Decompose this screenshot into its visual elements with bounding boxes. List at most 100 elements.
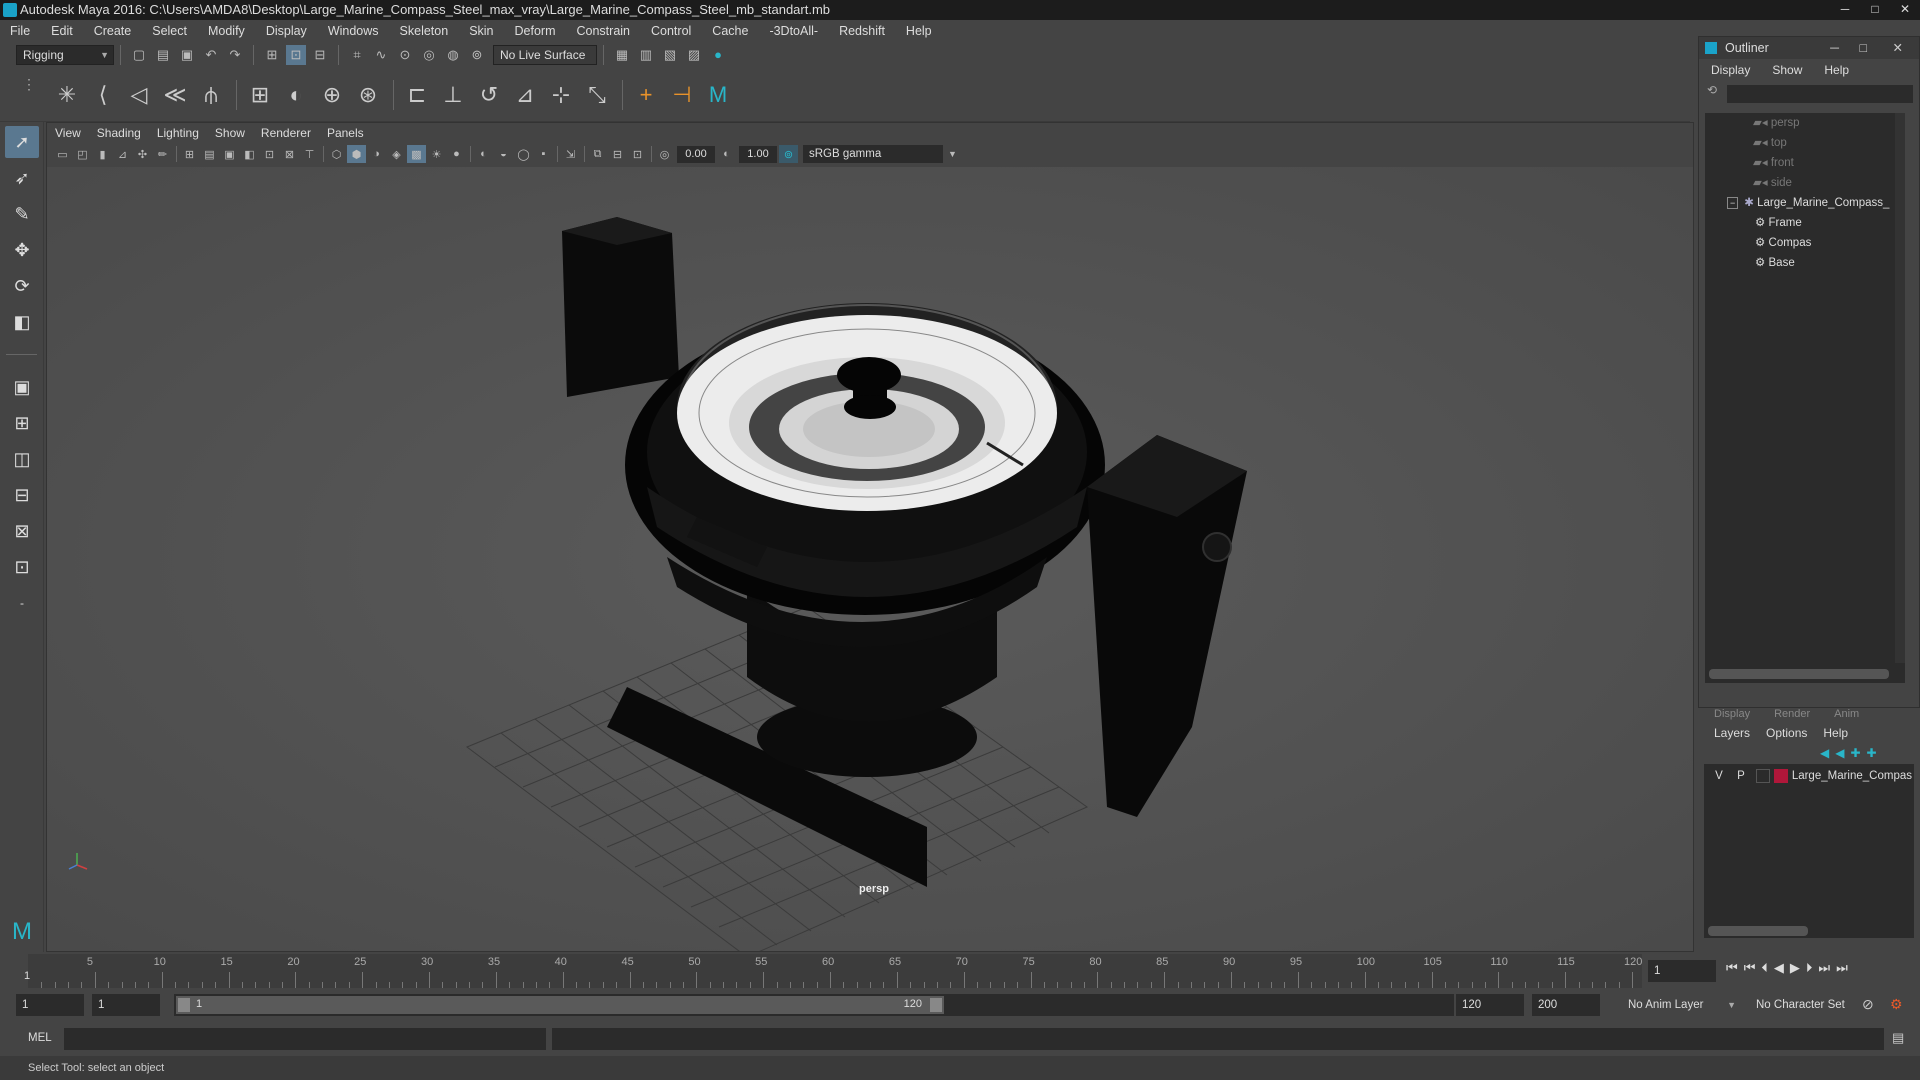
select-component-icon[interactable]: ⊟ [310,45,330,65]
gate-mask-icon[interactable]: ◧ [240,145,259,163]
go-to-start-icon[interactable]: ⏮ [1726,960,1738,976]
menu-help[interactable]: Help [906,24,932,38]
orient-icon[interactable]: ⤡ [580,78,614,112]
animation-prefs-icon[interactable]: ⚙ [1890,996,1903,1013]
wireframe-on-shaded-icon[interactable]: ◈ [387,145,406,163]
image-plane-icon[interactable]: ⊿ [113,145,132,163]
rotate-tool-icon[interactable]: ⟳ [5,270,39,302]
range-start-grip[interactable] [178,998,190,1012]
menu-file[interactable]: File [10,24,30,38]
menu-create[interactable]: Create [94,24,132,38]
outliner-menu-show[interactable]: Show [1772,63,1802,77]
new-scene-icon[interactable]: ▢ [129,45,149,65]
layer-playback-toggle[interactable]: P [1730,770,1752,782]
field-chart-icon[interactable]: ⊡ [260,145,279,163]
snap-view-icon[interactable]: ◎ [419,45,439,65]
bind-skin-icon[interactable]: ⊏ [400,78,434,112]
menu-constrain[interactable]: Constrain [577,24,631,38]
playback-end-field[interactable]: 120 [1456,994,1524,1016]
snap-point-icon[interactable]: ⊙ [395,45,415,65]
single-view-icon[interactable]: ▣ [5,371,39,403]
outliner-item-base[interactable]: ⚙ Base [1755,253,1795,273]
smooth-bind-icon[interactable]: ⊥ [436,78,470,112]
wireframe-icon[interactable]: ⬡ [327,145,346,163]
render-view-icon[interactable]: ▨ [684,45,704,65]
ik-spline-icon[interactable]: ⫛ [194,78,228,112]
outliner-menu-display[interactable]: Display [1711,63,1750,77]
menu-3dtoall[interactable]: -3DtoAll- [769,24,818,38]
outliner-item-side[interactable]: ▰◂ side [1753,173,1792,193]
isolate-select-icon[interactable]: ⇲ [561,145,580,163]
camera-select-icon[interactable]: ▭ [53,145,72,163]
outliner-item-front[interactable]: ▰◂ front [1753,153,1794,173]
xray-icon[interactable]: ⧉ [588,145,607,163]
locator-icon[interactable]: + [629,78,663,112]
outliner-layout-icon[interactable]: ⊠ [5,515,39,547]
live-surface-field[interactable]: No Live Surface [493,45,597,65]
new-layer-icon[interactable]: ✚ [1850,746,1860,760]
range-slider-handle[interactable]: 1 120 [176,996,944,1014]
scene-start-field[interactable]: 1 [16,994,84,1016]
maya-script-icon[interactable]: M [701,78,735,112]
tab-render[interactable]: Render [1774,708,1810,722]
refresh-icon[interactable]: ⟲ [1707,83,1717,97]
outliner-item-group[interactable]: − ✱ Large_Marine_Compass_ [1727,193,1889,213]
depth-of-field-icon[interactable]: ▪ [534,145,553,163]
move-layer-up-icon[interactable]: ◀ [1820,746,1829,760]
ipr-render-icon[interactable]: ▧ [660,45,680,65]
menu-windows[interactable]: Windows [328,24,379,38]
layer-color-swatch[interactable] [1773,769,1788,783]
detach-skin-icon[interactable]: ⊿ [508,78,542,112]
minimize-icon[interactable]: ─ [1830,0,1860,18]
panel-menu-shading[interactable]: Shading [97,126,141,140]
current-frame-field[interactable]: 1 [1648,960,1716,982]
layer-type-toggle[interactable] [1755,769,1770,783]
cluster-icon[interactable]: ◐ [279,78,313,112]
grid-toggle-icon[interactable]: ⊞ [180,145,199,163]
render-frame-icon[interactable]: ▥ [636,45,656,65]
motion-blur-icon[interactable]: ◒ [494,145,513,163]
character-set-dropdown[interactable]: No Character Set [1750,994,1860,1016]
close-icon[interactable]: ✕ [1890,0,1920,18]
sculpt-icon[interactable]: ⊛ [351,78,385,112]
snap-surface-icon[interactable]: ◍ [443,45,463,65]
outliner-vscrollbar[interactable] [1895,113,1905,663]
2d-pan-zoom-icon[interactable]: ✣ [133,145,152,163]
lasso-tool-icon[interactable]: ➶ [5,162,39,194]
panel-menu-lighting[interactable]: Lighting [157,126,199,140]
step-back-frame-icon[interactable]: ⏴ [1761,960,1768,976]
shelf-options-icon[interactable]: ⋮ [22,76,36,93]
safe-title-icon[interactable]: ⊤ [300,145,319,163]
layer-menu-help[interactable]: Help [1823,726,1848,740]
select-hierarchy-icon[interactable]: ⊞ [262,45,282,65]
save-scene-icon[interactable]: ▣ [177,45,197,65]
anti-aliasing-icon[interactable]: ◯ [514,145,533,163]
new-layer-selected-icon[interactable]: ✚ [1867,746,1877,760]
outliner-menu-help[interactable]: Help [1824,63,1849,77]
tab-anim[interactable]: Anim [1834,708,1859,722]
script-editor-icon[interactable]: ▤ [1892,1030,1904,1046]
four-view-icon[interactable]: ⊞ [5,407,39,439]
menu-control[interactable]: Control [651,24,691,38]
paint-weights-icon[interactable]: ↺ [472,78,506,112]
menu-redshift[interactable]: Redshift [839,24,885,38]
script-language-label[interactable]: MEL [28,1032,52,1044]
panel-menu-renderer[interactable]: Renderer [261,126,311,140]
time-ruler[interactable]: 5 10 15 20 25 30 35 40 45 50 55 60 65 70 75 80 85 90 95 100… [28,954,1642,988]
command-input[interactable] [64,1028,546,1050]
paint-select-icon[interactable]: ✎ [5,198,39,230]
scale-tool-icon[interactable]: ◧ [5,306,39,338]
lattice-icon[interactable]: ⊞ [243,78,277,112]
menu-skeleton[interactable]: Skeleton [400,24,449,38]
layer-row[interactable]: V P Large_Marine_Compas [1708,766,1912,786]
gamma-field[interactable]: 1.00 [739,145,777,163]
minimize-icon[interactable]: ─ [1830,37,1839,59]
range-end-grip[interactable] [930,998,942,1012]
shadows-icon[interactable]: ● [447,145,466,163]
maximize-icon[interactable]: □ [1860,0,1890,18]
hypergraph-layout-icon[interactable]: ⊡ [5,551,39,583]
open-scene-icon[interactable]: ▤ [153,45,173,65]
3d-viewport[interactable]: persp [47,167,1693,951]
step-forward-key-icon[interactable]: ⏭ [1818,960,1830,976]
play-forward-icon[interactable]: ▶ [1790,960,1800,976]
